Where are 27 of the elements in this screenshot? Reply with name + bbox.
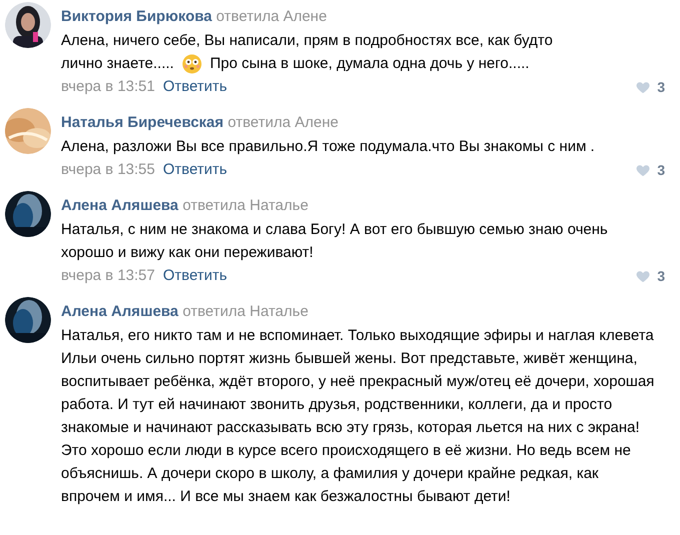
timestamp: вчера в 13:57 — [61, 266, 155, 286]
heart-icon[interactable] — [635, 162, 652, 178]
reply-to-text: ответила Алене — [228, 114, 338, 131]
like-count: 3 — [657, 78, 665, 97]
reply-to-text: ответила Наталье — [182, 197, 308, 214]
like-count: 3 — [657, 267, 665, 286]
like-count: 3 — [657, 161, 665, 180]
reply-link[interactable]: Ответить — [162, 159, 228, 181]
heart-icon[interactable] — [635, 80, 652, 94]
reply-link[interactable]: Ответить — [162, 265, 228, 287]
author-name[interactable]: Алена Аляшева — [61, 303, 178, 320]
emoji-icon — [182, 54, 202, 74]
reply-to-text: ответила Наталье — [182, 303, 308, 320]
reply-link[interactable]: Ответить — [162, 76, 228, 98]
comment-text: Про сына в шоке, думала одна дочь у него..... — [210, 54, 530, 74]
heart-icon[interactable] — [635, 268, 652, 284]
author-name[interactable]: Наталья Биречевская — [61, 114, 224, 131]
timestamp: вчера в 13:51 — [61, 77, 155, 97]
comment-text: Алена, разложи Вы все правильно.Я тоже подумала.что Вы знакомы с ним . — [61, 137, 596, 157]
comment-text: Алена, ничего себе, Вы написали, прям в подробностях все, как будто — [61, 31, 554, 51]
comment-text: Наталья, его никто там и не вспоминает. Только выходящие эфиры и наглая клевета Ильи очень сильно портят жизнь бывшей жены. Вот представьте, живёт женщина, воспитывает ребёнка, ждёт второго, у неё прекрасный муж/отец её дочери, хорошая работа. И тут ей начинают звонить друзья, родственники, коллеги, да и просто знакомые и начинают рассказывать всю эту грязь, которая льется на них с экрана! Это хорошо если люди в курсе всего происходящего в её жизни. Но ведь всем не объяснишь. А дочери скоро в школу, а фамилия у дочери крайне редкая, как впрочем и имя... И все мы знаем как безжалостны бывают дети! — [61, 326, 656, 507]
reply-to-text: ответила Алене — [216, 8, 327, 25]
comment-text: Наталья, с ним не знакома и слава Богу! А вот его бывшую семью знаю очень хорошо и вижу как они переживают! — [61, 220, 609, 263]
timestamp: вчера в 13:55 — [61, 160, 155, 180]
author-name[interactable]: Виктория Бирюкова — [61, 8, 212, 25]
author-name[interactable]: Алена Аляшева — [61, 197, 178, 214]
comment-text: лично знаете..... — [61, 54, 174, 74]
